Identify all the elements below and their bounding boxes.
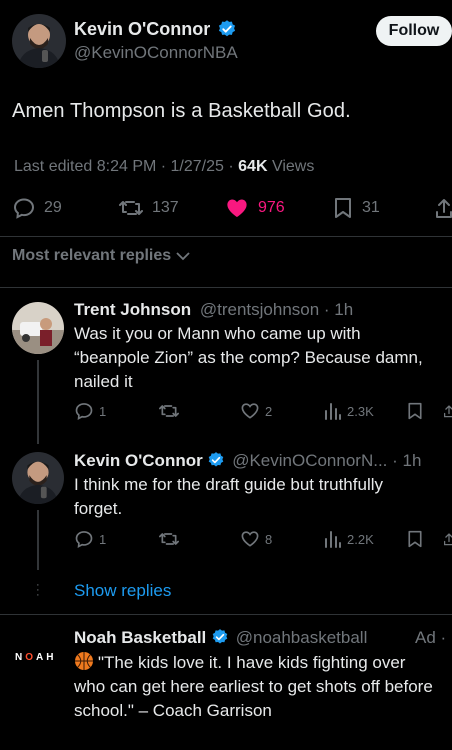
tweet-text: Amen Thompson is a Basketball God.: [12, 100, 351, 122]
author-handle[interactable]: @KevinOConnorNBA: [74, 43, 238, 63]
reply-icon: [13, 198, 35, 219]
logo-letter: AH: [36, 652, 57, 663]
reply-repost-button[interactable]: [158, 529, 180, 549]
analytics-icon: [325, 403, 341, 420]
tweet-meta: Last edited 8:24 PM · 1/27/25 · 64K View…: [14, 158, 314, 176]
reply-text-line: “beanpole Zion” as the comp? Because dam…: [74, 348, 423, 367]
replies-sort-label: Most relevant replies: [12, 247, 172, 264]
reply-time[interactable]: · 1h: [324, 300, 353, 319]
bookmark-count: 31: [362, 199, 380, 216]
reply-author-name[interactable]: Trent Johnson: [74, 300, 191, 319]
reply-text-line: Was it you or Mann who came up with: [74, 324, 361, 343]
logo-letter: O: [25, 652, 37, 663]
reply-time[interactable]: · 1h: [392, 451, 421, 470]
reply-author-name[interactable]: Kevin O'Connor: [74, 451, 203, 470]
reply-like-button[interactable]: 8: [240, 529, 272, 549]
reply-like-count: 8: [265, 531, 273, 547]
reply-avatar[interactable]: [12, 302, 64, 354]
ad-text-line-1: "The kids love it. I have kids fighting …: [98, 653, 406, 672]
bookmark-button[interactable]: 31: [332, 196, 380, 220]
author-name-text: Kevin O'Connor: [74, 19, 211, 39]
like-button[interactable]: 976: [224, 196, 285, 220]
share-icon: [444, 405, 452, 418]
divider: [0, 236, 452, 237]
reply-like-count: 2: [265, 403, 273, 419]
noah-logo[interactable]: NOAH: [15, 652, 56, 663]
share-icon: [444, 533, 452, 546]
reply-header: Trent Johnson @trentsjohnson · 1h: [74, 300, 353, 320]
ad-author-name[interactable]: Noah Basketball: [74, 628, 206, 647]
reply-header: Kevin O'Connor @KevinOConnorN... · 1h: [74, 451, 421, 471]
show-replies-link[interactable]: Show replies: [74, 581, 171, 601]
thread-line: [37, 360, 39, 444]
ad-author-handle[interactable]: @noahbasketball: [236, 628, 368, 647]
reply-share-button[interactable]: [444, 529, 452, 549]
reply-bookmark-button[interactable]: [406, 401, 424, 421]
reply-author-handle[interactable]: @KevinOConnorN...: [232, 451, 387, 470]
bookmark-icon: [335, 198, 351, 218]
reply-reply-button[interactable]: 1: [74, 401, 106, 421]
bookmark-icon: [408, 530, 422, 548]
basketball-icon: [75, 652, 93, 670]
ad-text-line: who can get here earliest to get shots o…: [74, 677, 433, 696]
divider: [0, 614, 452, 615]
reply-button[interactable]: 29: [12, 196, 62, 220]
repost-icon: [158, 533, 179, 545]
bookmark-icon: [408, 402, 422, 420]
verified-badge-icon: [209, 452, 224, 467]
chevron-down-icon: [176, 252, 190, 261]
repost-button[interactable]: 137: [118, 196, 179, 220]
reply-text: Was it you or Mann who came up with “bea…: [74, 322, 423, 394]
ad-header: Noah Basketball @noahbasketball: [74, 628, 367, 648]
more-dots-icon: · · ·: [36, 579, 40, 601]
reply-repost-button[interactable]: [158, 401, 180, 421]
reply-bookmark-button[interactable]: [406, 529, 424, 549]
author-avatar[interactable]: [12, 14, 66, 68]
like-count: 976: [258, 199, 285, 216]
reply-share-button[interactable]: [444, 401, 452, 421]
divider: [0, 287, 452, 288]
reply-author-handle[interactable]: @trentsjohnson: [200, 300, 319, 319]
ad-text-line: "The kids love it. I have kids fighting …: [74, 651, 433, 675]
ad-text: "The kids love it. I have kids fighting …: [74, 651, 433, 723]
verified-badge-icon: [212, 629, 228, 644]
share-icon: [436, 199, 452, 218]
repost-icon: [119, 201, 143, 215]
ad-text-line: school." – Coach Garrison: [74, 701, 272, 720]
reply-reply-count: 1: [99, 531, 107, 547]
edited-timestamp[interactable]: Last edited 8:24 PM · 1/27/25 ·: [14, 158, 238, 175]
reply-text-line: forget.: [74, 499, 123, 518]
author-name[interactable]: Kevin O'Connor: [74, 19, 237, 40]
heart-icon: [241, 403, 259, 419]
reply-text-line: I think me for the draft guide but truth…: [74, 475, 383, 494]
repost-count: 137: [152, 199, 179, 216]
reply-text: I think me for the draft guide but truth…: [74, 473, 383, 521]
reply-avatar[interactable]: [12, 452, 64, 504]
reply-text-line: nailed it: [74, 372, 133, 391]
reply-views-count: 2.2K: [347, 531, 374, 547]
reply-icon: [75, 531, 93, 548]
views-label: Views: [267, 158, 315, 175]
reply-count: 29: [44, 199, 62, 216]
reply-reply-count: 1: [99, 403, 107, 419]
follow-button[interactable]: Follow: [376, 16, 452, 46]
reply-icon: [75, 403, 93, 420]
reply-views-count: 2.3K: [347, 403, 374, 419]
share-button[interactable]: [436, 196, 452, 220]
repost-icon: [158, 405, 179, 417]
verified-badge-icon: [219, 20, 236, 36]
analytics-icon: [325, 531, 341, 548]
reply-views-button[interactable]: 2.3K: [324, 401, 374, 421]
thread-line: [37, 510, 39, 570]
logo-letter: N: [15, 652, 26, 663]
replies-sort-dropdown[interactable]: Most relevant replies: [12, 247, 191, 265]
reply-like-button[interactable]: 2: [240, 401, 272, 421]
heart-filled-icon: [227, 199, 247, 217]
heart-icon: [241, 531, 259, 547]
ad-label: Ad ·: [415, 628, 447, 647]
reply-reply-button[interactable]: 1: [74, 529, 106, 549]
reply-views-button[interactable]: 2.2K: [324, 529, 374, 549]
views-count: 64K: [238, 158, 268, 175]
